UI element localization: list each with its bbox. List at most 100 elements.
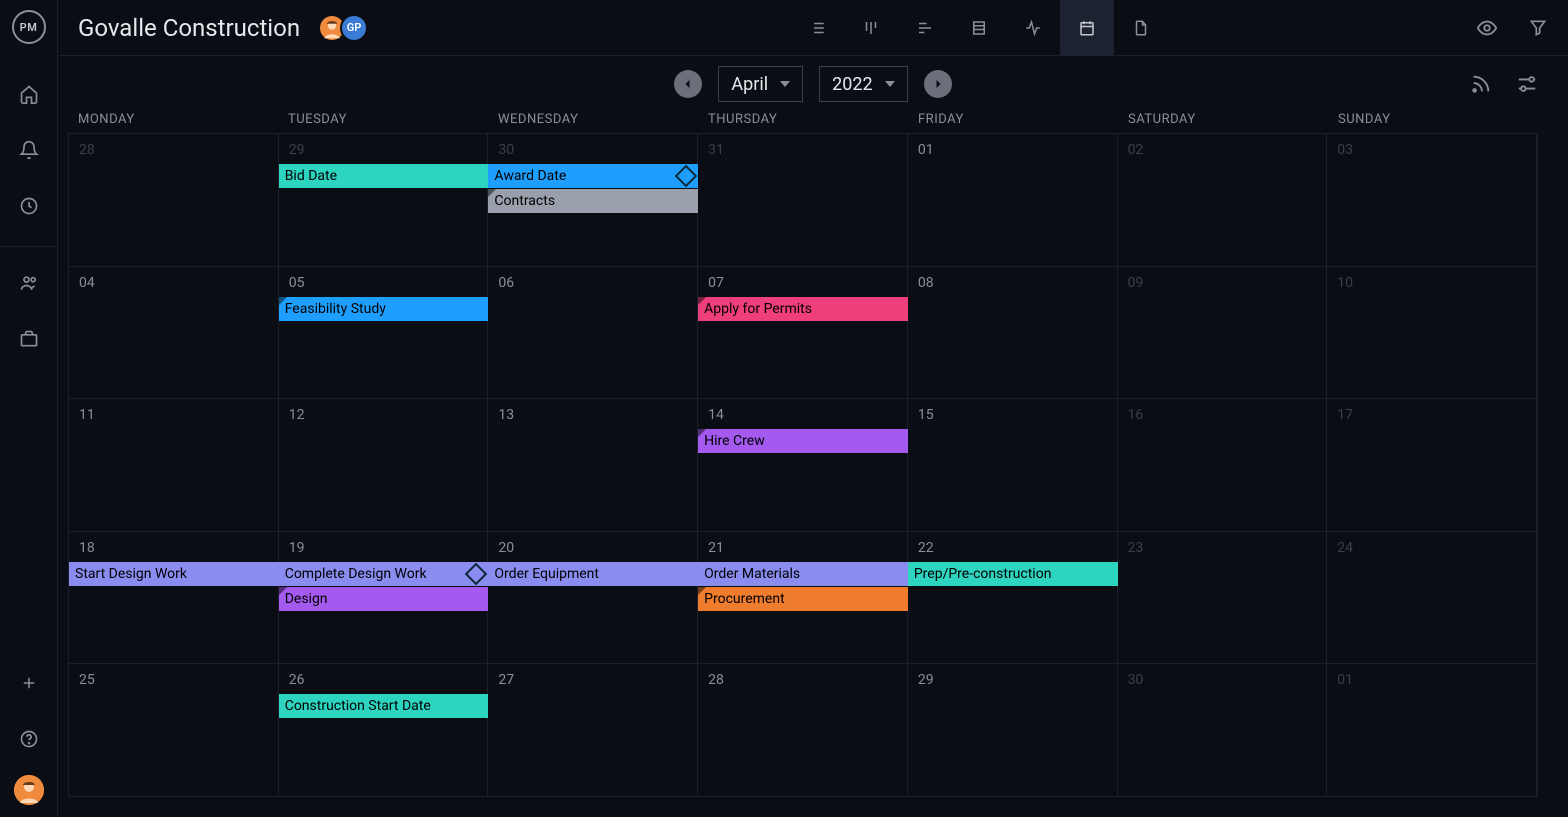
day-cell[interactable]: 15 [908, 399, 1118, 531]
day-number: 28 [708, 672, 724, 688]
day-cell[interactable]: 20 [488, 532, 698, 664]
day-cell[interactable]: 16 [1118, 399, 1328, 531]
current-user-avatar[interactable] [14, 775, 44, 805]
event-fold-icon [698, 297, 706, 305]
calendar-event[interactable]: Award Date [488, 164, 698, 188]
day-cell[interactable]: 29 [908, 664, 1118, 796]
view-board-icon[interactable] [844, 0, 898, 56]
calendar-event[interactable]: Order Equipment [488, 562, 698, 586]
day-number: 02 [1128, 142, 1144, 158]
day-cell[interactable]: 05 [279, 267, 489, 399]
view-list-icon[interactable] [790, 0, 844, 56]
portfolio-icon[interactable] [9, 319, 49, 359]
day-cell[interactable]: 08 [908, 267, 1118, 399]
day-cell[interactable]: 14 [698, 399, 908, 531]
view-sheet-icon[interactable] [952, 0, 1006, 56]
day-number: 06 [498, 275, 514, 291]
main-area: Govalle Construction GP [58, 0, 1568, 817]
day-number: 27 [498, 672, 514, 688]
event-fold-icon [279, 587, 287, 595]
calendar-event[interactable]: Start Design Work [69, 562, 279, 586]
team-icon[interactable] [9, 263, 49, 303]
day-cell[interactable]: 09 [1118, 267, 1328, 399]
filter-icon[interactable] [1528, 18, 1548, 38]
view-file-icon[interactable] [1114, 0, 1168, 56]
week-row: 18192021222324Start Design WorkComplete … [69, 532, 1537, 665]
dow-cell: SATURDAY [1118, 112, 1328, 127]
chevron-down-icon [885, 81, 895, 87]
calendar-event[interactable]: Apply for Permits [698, 297, 908, 321]
day-cell[interactable]: 10 [1327, 267, 1537, 399]
calendar-event[interactable]: Contracts [488, 189, 698, 213]
calendar-event[interactable]: Prep/Pre-construction [908, 562, 1118, 586]
home-icon[interactable] [9, 74, 49, 114]
day-cell[interactable]: 04 [69, 267, 279, 399]
day-cell[interactable]: 22 [908, 532, 1118, 664]
member-badges[interactable]: GP [318, 14, 368, 42]
week-row: 28293031010203Bid DateAward DateContract… [69, 134, 1537, 267]
calendar-event[interactable]: Order Materials [698, 562, 908, 586]
settings-sliders-icon[interactable] [1516, 73, 1538, 95]
day-number: 24 [1337, 540, 1353, 556]
calendar-event[interactable]: Hire Crew [698, 429, 908, 453]
day-cell[interactable]: 26 [279, 664, 489, 796]
view-gantt-icon[interactable] [898, 0, 952, 56]
day-cell[interactable]: 24 [1327, 532, 1537, 664]
recent-icon[interactable] [9, 186, 49, 226]
day-cell[interactable]: 06 [488, 267, 698, 399]
day-cell[interactable]: 25 [69, 664, 279, 796]
day-cell[interactable]: 12 [279, 399, 489, 531]
day-cell[interactable]: 07 [698, 267, 908, 399]
day-cell[interactable]: 23 [1118, 532, 1328, 664]
topbar: Govalle Construction GP [58, 0, 1568, 56]
calendar-event[interactable]: Construction Start Date [279, 694, 489, 718]
feed-icon[interactable] [1470, 73, 1492, 95]
calendar-event[interactable]: Feasibility Study [279, 297, 489, 321]
day-cell[interactable]: 02 [1118, 134, 1328, 266]
calendar-event[interactable]: Bid Date [279, 164, 489, 188]
day-cell[interactable]: 01 [908, 134, 1118, 266]
visibility-icon[interactable] [1476, 17, 1498, 39]
notifications-icon[interactable] [9, 130, 49, 170]
day-cell[interactable]: 29 [279, 134, 489, 266]
milestone-diamond-icon [465, 562, 488, 585]
next-month-button[interactable] [924, 70, 952, 98]
calendar-event[interactable]: Procurement [698, 587, 908, 611]
month-label: April [731, 74, 768, 95]
day-cell[interactable]: 03 [1327, 134, 1537, 266]
calendar-event[interactable]: Design [279, 587, 489, 611]
dow-cell: FRIDAY [908, 112, 1118, 127]
member-badge[interactable]: GP [340, 14, 368, 42]
day-number: 07 [708, 275, 724, 291]
view-calendar-icon[interactable] [1060, 0, 1114, 56]
chevron-down-icon [780, 81, 790, 87]
prev-month-button[interactable] [674, 70, 702, 98]
week-row: 0405 06 07 080910 Feasibility Study Apply for… [69, 267, 1537, 400]
event-fold-icon [698, 429, 706, 437]
day-cell[interactable]: 01 [1327, 664, 1537, 796]
calendar-grid: 28293031010203Bid DateAward DateContract… [68, 133, 1538, 797]
help-icon[interactable] [9, 719, 49, 759]
calendar-event[interactable]: Complete Design Work [279, 562, 489, 586]
event-fold-icon [279, 297, 287, 305]
day-cell[interactable]: 30 [1118, 664, 1328, 796]
day-cell[interactable]: 13 [488, 399, 698, 531]
year-picker[interactable]: 2022 [819, 66, 907, 102]
day-cell[interactable]: 31 [698, 134, 908, 266]
day-cell[interactable]: 27 [488, 664, 698, 796]
day-cell[interactable]: 11 [69, 399, 279, 531]
add-icon[interactable] [9, 663, 49, 703]
month-picker[interactable]: April [718, 66, 803, 102]
day-number: 11 [79, 407, 95, 423]
app-logo[interactable]: PM [12, 10, 46, 44]
day-cell[interactable]: 28 [69, 134, 279, 266]
day-number: 23 [1128, 540, 1144, 556]
view-activity-icon[interactable] [1006, 0, 1060, 56]
day-cell[interactable]: 28 [698, 664, 908, 796]
day-cell[interactable]: 18 [69, 532, 279, 664]
day-number: 17 [1337, 407, 1353, 423]
dow-cell: WEDNESDAY [488, 112, 698, 127]
event-fold-icon [698, 587, 706, 595]
day-cell[interactable]: 17 [1327, 399, 1537, 531]
day-number: 21 [708, 540, 724, 556]
